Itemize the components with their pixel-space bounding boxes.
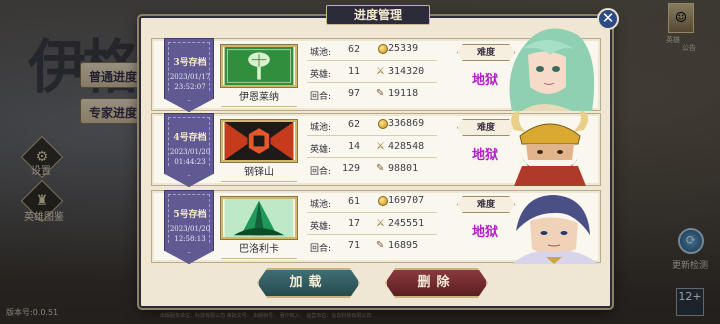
load-button[interactable]: 加载 (257, 268, 360, 298)
region-emblem (220, 196, 298, 240)
heroes-label: 英雄: (310, 222, 332, 232)
region-name: 伊恩莱纳 (221, 89, 297, 107)
rounds-label: 回合: (310, 244, 332, 254)
slot-banner: 5号存档 2023/01/20 12:58:13 (164, 190, 214, 264)
slot-number: 5号存档 (173, 210, 207, 220)
slot-banner: 4号存档 2023/01/20 01:44:23 (164, 113, 214, 187)
region-name: 巴洛利卡 (221, 241, 297, 259)
dialog-title: 进度管理 (353, 8, 402, 22)
slot-datetime: 2023/01/17 23:52:07 (169, 73, 211, 91)
wood-value: 98801 (388, 163, 419, 174)
food-icon: ⚔ (376, 141, 385, 152)
wood-icon: ✎ (376, 88, 385, 99)
gold-value: 169707 (388, 195, 425, 206)
gold-value: 336869 (388, 118, 425, 129)
slot-number: 4号存档 (173, 133, 207, 143)
pool-value: 62 (347, 44, 360, 55)
food-value: 245551 (388, 218, 425, 229)
rounds-value: 71 (347, 240, 360, 251)
rounds-label: 回合: (310, 92, 332, 102)
pool-value: 62 (347, 119, 360, 130)
pool-label: 城池: (310, 123, 332, 133)
mage-portrait (502, 191, 602, 264)
slot-datetime: 2023/01/20 01:44:23 (169, 148, 211, 166)
dwarf-portrait (492, 110, 602, 186)
region-emblem (220, 44, 298, 88)
pool-value: 61 (347, 196, 360, 207)
heroes-label: 英雄: (310, 145, 332, 155)
slot-number: 3号存档 (173, 58, 207, 68)
heroes-value: 17 (347, 218, 360, 229)
rounds-value: 129 (341, 163, 360, 174)
food-icon: ⚔ (376, 218, 385, 229)
gold-icon (378, 196, 388, 206)
heroes-value: 11 (347, 66, 360, 77)
heroes-label: 英雄: (310, 70, 332, 80)
wood-value: 19118 (388, 88, 419, 99)
gold-value: 25339 (388, 43, 419, 54)
wood-value: 16895 (388, 240, 419, 251)
wood-icon: ✎ (376, 163, 385, 174)
elf-portrait (492, 25, 602, 111)
pool-label: 城池: (310, 200, 332, 210)
food-value: 428548 (388, 141, 425, 152)
wood-icon: ✎ (376, 240, 385, 251)
gold-icon (378, 44, 388, 54)
pool-label: 城池: (310, 48, 332, 58)
region-name: 钢铎山 (221, 164, 297, 182)
difficulty-value: 地狱 (472, 225, 499, 240)
delete-button[interactable]: 删除 (385, 268, 488, 298)
save-slot-3[interactable]: 3号存档 2023/01/17 23:52:07 伊恩莱纳 城池: 62 2533… (151, 28, 601, 112)
heroes-value: 14 (347, 141, 360, 152)
gold-icon (378, 119, 388, 129)
food-value: 314320 (388, 66, 425, 77)
food-icon: ⚔ (376, 66, 385, 77)
slot-datetime: 2023/01/20 12:58:13 (169, 225, 211, 243)
slot-banner: 3号存档 2023/01/17 23:52:07 (164, 38, 214, 112)
save-slot-5[interactable]: 5号存档 2023/01/20 12:58:13 巴洛利卡 城池: 61 1697… (151, 190, 602, 264)
region-emblem (220, 119, 298, 163)
dialog-title-plate: 进度管理 (326, 5, 430, 25)
save-slot-4[interactable]: 4号存档 2023/01/20 01:44:23 钢铎山 城池: 62 33686… (151, 110, 602, 187)
rounds-value: 97 (347, 88, 360, 99)
close-button[interactable]: ✕ (597, 8, 619, 30)
rounds-label: 回合: (310, 167, 332, 177)
